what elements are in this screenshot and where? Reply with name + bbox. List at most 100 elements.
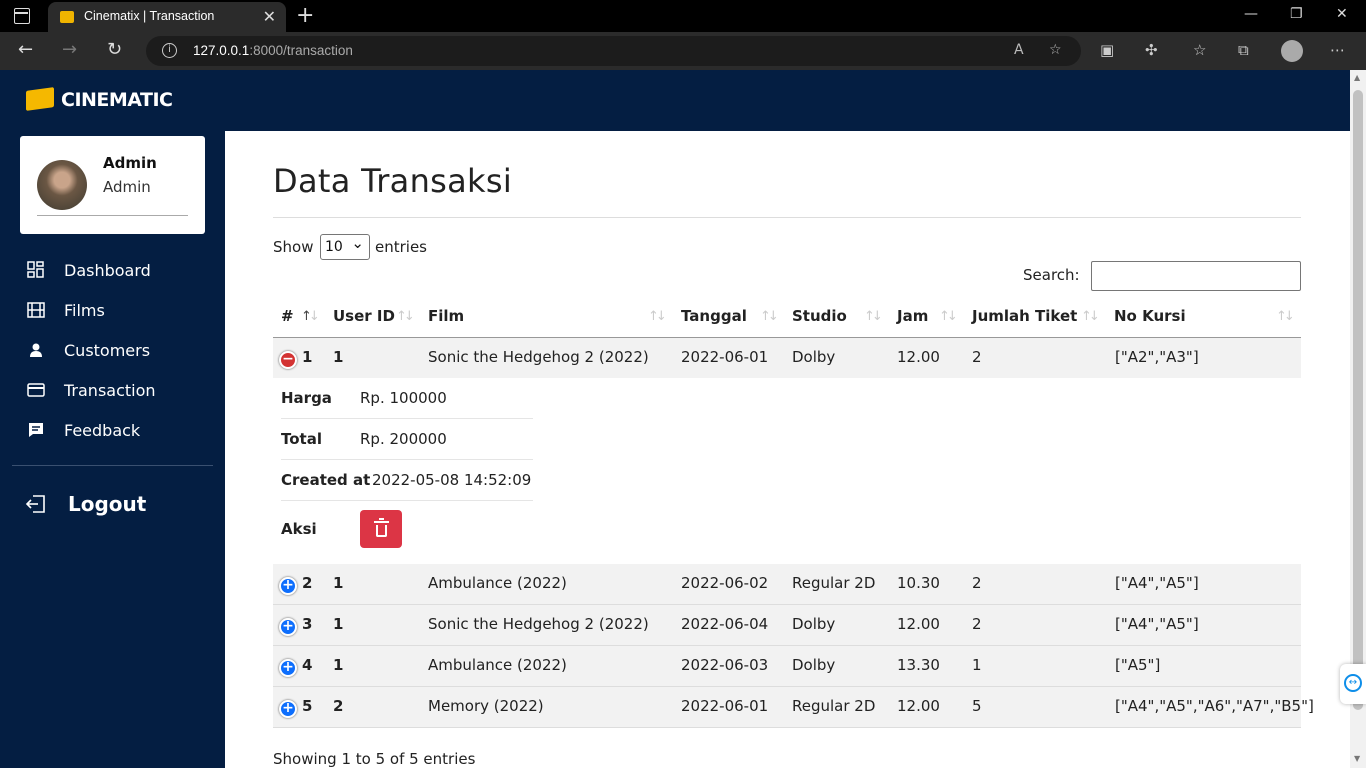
- detail-harga: Harga Rp. 100000: [281, 378, 533, 419]
- expand-row-icon[interactable]: +: [279, 700, 297, 718]
- extensions-icon[interactable]: ✣: [1145, 41, 1158, 59]
- column-header-studio[interactable]: Studio: [792, 307, 847, 325]
- tab-collections-icon[interactable]: ⧉: [1238, 41, 1249, 59]
- detail-value: Rp. 100000: [360, 389, 447, 407]
- favorites-icon[interactable]: ☆: [1193, 41, 1206, 59]
- column-header-jam[interactable]: Jam: [897, 307, 928, 325]
- minimize-icon[interactable]: —: [1244, 6, 1258, 22]
- sort-icon[interactable]: ↑↓: [301, 309, 320, 324]
- table-row[interactable]: + 3 1 Sonic the Hedgehog 2 (2022) 2022-0…: [273, 605, 1301, 646]
- profile-avatar-icon[interactable]: [1281, 40, 1303, 62]
- user-icon: [25, 341, 47, 359]
- column-header-film[interactable]: Film: [428, 307, 464, 325]
- tab-actions-icon[interactable]: [14, 8, 30, 24]
- scroll-down-icon[interactable]: ▼: [1354, 754, 1360, 763]
- sort-icon[interactable]: ↑↓: [396, 309, 415, 324]
- table-row[interactable]: + 4 1 Ambulance (2022) 2022-06-03 Dolby …: [273, 646, 1301, 687]
- cell-jam: 12.00: [897, 697, 940, 715]
- sidebar-item-label: Films: [64, 300, 105, 320]
- search-input[interactable]: [1091, 261, 1301, 291]
- scroll-up-icon[interactable]: ▲: [1354, 73, 1360, 82]
- cell-user-id: 1: [333, 574, 344, 592]
- favorite-star-icon[interactable]: ☆: [1049, 42, 1062, 58]
- app-header: [0, 70, 1350, 131]
- url-text[interactable]: 127.0.0.1:8000/transaction: [193, 43, 353, 58]
- cell-tanggal: 2022-06-03: [681, 656, 769, 674]
- entries-length-select[interactable]: 10: [320, 231, 370, 260]
- cell-film: Memory (2022): [428, 697, 544, 715]
- expand-row-icon[interactable]: +: [279, 659, 297, 677]
- sidebar-item-feedback[interactable]: Feedback: [25, 418, 140, 442]
- cell-number: 1: [302, 348, 313, 366]
- collapse-row-icon[interactable]: −: [279, 351, 297, 369]
- ticket-logo-icon: [26, 87, 54, 111]
- logout-button[interactable]: Logout: [25, 492, 146, 516]
- sidebar-item-transaction[interactable]: Transaction: [25, 378, 156, 402]
- detail-total: Total Rp. 200000: [281, 419, 533, 460]
- read-aloud-icon[interactable]: A: [1014, 42, 1024, 58]
- info-icon[interactable]: i: [162, 43, 177, 58]
- expand-row-icon[interactable]: +: [279, 618, 297, 636]
- maximize-icon[interactable]: ❐: [1290, 6, 1303, 22]
- sidebar-item-films[interactable]: Films: [25, 298, 105, 322]
- cell-studio: Dolby: [792, 348, 836, 366]
- detail-label: Created at: [281, 471, 371, 489]
- profile-role: Admin: [103, 178, 151, 196]
- back-icon[interactable]: ←: [18, 39, 33, 60]
- cell-tanggal: 2022-06-01: [681, 348, 769, 366]
- page-title: Data Transaksi: [273, 162, 513, 200]
- scrollbar-thumb[interactable]: [1353, 90, 1363, 710]
- app-logo[interactable]: CINEMATIC: [61, 89, 173, 111]
- cell-no-kursi: ["A4","A5"]: [1115, 574, 1199, 592]
- close-icon[interactable]: ✕: [263, 7, 276, 26]
- logout-icon: [25, 495, 47, 513]
- new-tab-icon[interactable]: +: [296, 3, 314, 28]
- cell-no-kursi: ["A4","A5"]: [1115, 615, 1199, 633]
- cell-number: 5: [302, 697, 313, 715]
- sidebar-item-dashboard[interactable]: Dashboard: [25, 258, 151, 282]
- browser-tab-bar: Cinematix | Transaction ✕ + — ❐ ✕: [0, 0, 1366, 32]
- more-menu-icon[interactable]: ⋯: [1330, 41, 1345, 59]
- collections-icon[interactable]: ▣: [1100, 41, 1114, 59]
- column-header-no-kursi[interactable]: No Kursi: [1114, 307, 1186, 325]
- sort-icon[interactable]: ↑↓: [1081, 309, 1100, 324]
- tab-title: Cinematix | Transaction: [84, 9, 215, 23]
- cell-jam: 12.00: [897, 348, 940, 366]
- sort-icon[interactable]: ↑↓: [939, 309, 958, 324]
- cell-jam: 12.00: [897, 615, 940, 633]
- address-bar[interactable]: i 127.0.0.1:8000/transaction A ☆: [146, 36, 1081, 66]
- sort-icon[interactable]: ↑↓: [1276, 309, 1295, 324]
- cell-no-kursi: ["A4","A5","A6","A7","B5"]: [1115, 697, 1314, 715]
- cell-no-kursi: ["A5"]: [1115, 656, 1161, 674]
- cell-studio: Regular 2D: [792, 574, 876, 592]
- message-icon: [25, 421, 47, 439]
- detail-aksi-label: Aksi: [281, 520, 317, 538]
- column-header-jumlah-tiket[interactable]: Jumlah Tiket: [972, 307, 1077, 325]
- sidebar-item-customers[interactable]: Customers: [25, 338, 150, 362]
- detail-created-at: Created at 2022-05-08 14:52:09: [281, 460, 533, 501]
- delete-button[interactable]: [360, 510, 402, 548]
- detail-label: Harga: [281, 389, 332, 407]
- show-label: Show: [273, 238, 314, 256]
- window-close-icon[interactable]: ✕: [1336, 6, 1348, 22]
- cell-jumlah-tiket: 5: [972, 697, 982, 715]
- expand-row-icon[interactable]: +: [279, 577, 297, 595]
- column-header-number[interactable]: #: [281, 307, 294, 325]
- table-row[interactable]: − 1 1 Sonic the Hedgehog 2 (2022) 2022-0…: [273, 338, 1301, 379]
- teamviewer-widget[interactable]: ↔: [1340, 664, 1366, 704]
- profile-card: Admin Admin: [20, 136, 205, 234]
- table-row[interactable]: + 2 1 Ambulance (2022) 2022-06-02 Regula…: [273, 564, 1301, 605]
- forward-icon[interactable]: →: [62, 39, 77, 60]
- column-header-tanggal[interactable]: Tanggal: [681, 307, 747, 325]
- table-row[interactable]: + 5 2 Memory (2022) 2022-06-01 Regular 2…: [273, 687, 1314, 728]
- profile-name: Admin: [103, 154, 157, 172]
- browser-tab[interactable]: Cinematix | Transaction ✕: [48, 2, 286, 32]
- sort-icon[interactable]: ↑↓: [648, 309, 667, 324]
- grid-icon: [25, 261, 47, 279]
- cell-jumlah-tiket: 2: [972, 615, 982, 633]
- sort-icon[interactable]: ↑↓: [864, 309, 883, 324]
- sidebar-item-label: Customers: [64, 340, 151, 360]
- column-header-user-id[interactable]: User ID: [333, 307, 395, 325]
- sort-icon[interactable]: ↑↓: [760, 309, 779, 324]
- refresh-icon[interactable]: ↻: [107, 39, 122, 60]
